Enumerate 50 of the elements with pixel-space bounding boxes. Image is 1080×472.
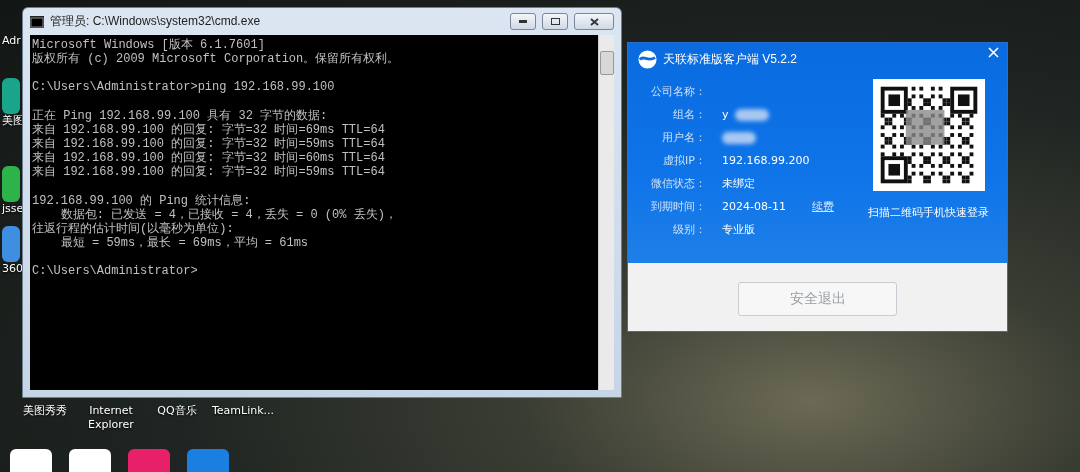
console-line: 往返行程的估计时间(以毫秒为单位): — [32, 222, 234, 237]
minimize-icon — [519, 20, 527, 23]
field-value: 专业版 — [722, 222, 755, 238]
console-line: 来自 192.168.99.100 的回复: 字节=32 时间=59ms TTL=64 — [32, 165, 386, 180]
desktop-icon-label: jsse — [2, 202, 24, 216]
field-value: 192.168.99.200 — [722, 153, 810, 169]
desktop-app-icon[interactable] — [2, 78, 20, 114]
field-label: 虚拟IP： — [662, 153, 706, 169]
console-line: 正在 Ping 192.168.99.100 具有 32 字节的数据: — [32, 108, 329, 123]
desktop-icon-label: 美图 — [2, 114, 24, 128]
scrollbar[interactable] — [598, 35, 614, 390]
field-label: 公司名称： — [650, 84, 706, 100]
field-label: 微信状态： — [650, 176, 706, 192]
maximize-icon — [550, 18, 560, 25]
field-value: y — [722, 107, 729, 123]
field-label: 到期时间： — [650, 199, 706, 215]
field-label: 级别： — [672, 222, 706, 238]
field-label: 组名： — [672, 107, 706, 123]
desktop-icon-label[interactable]: Internet Explorer — [80, 404, 142, 432]
close-icon — [589, 17, 599, 26]
field-value: 未绑定 — [722, 176, 755, 192]
desktop-app-icon[interactable] — [2, 166, 20, 202]
console-line: 版权所有 (c) 2009 Microsoft Corporation。保留所有权利。 — [32, 52, 401, 67]
desktop-app-icon[interactable] — [2, 226, 20, 262]
console-line: 来自 192.168.99.100 的回复: 字节=32 时间=60ms TTL=64 — [32, 151, 386, 166]
qr-caption: 扫描二维码手机快速登录 — [868, 205, 989, 220]
console-line: 192.168.99.100 的 Ping 统计信息: — [32, 193, 252, 208]
console-line: 数据包: 已发送 = 4，已接收 = 4，丢失 = 0 (0% 丢失)， — [59, 207, 398, 222]
desktop-icon-label[interactable]: QQ音乐 — [157, 404, 197, 432]
console-line: Microsoft Windows [版本 6.1.7601] — [32, 38, 266, 52]
console-line: 最短 = 59ms，最长 = 69ms，平均 = 61ms — [59, 236, 310, 251]
window-title: 天联标准版客户端 V5.2.2 — [663, 50, 798, 68]
desktop-icon-label: Adr — [2, 34, 21, 48]
close-button[interactable] — [574, 13, 614, 30]
field-value: 2024-08-11 — [722, 199, 786, 215]
minimize-button[interactable] — [510, 13, 536, 30]
desktop-icon-label: 360 — [2, 262, 23, 276]
console-line: 来自 192.168.99.100 的回复: 字节=32 时间=59ms TTL=64 — [32, 137, 386, 151]
logo-icon — [638, 49, 657, 69]
blurred-value — [722, 131, 756, 144]
console-line: C:\Users\Administrator> — [32, 264, 199, 279]
window-title: 管理员: C:\Windows\system32\cmd.exe — [50, 13, 262, 30]
blurred-value — [734, 108, 769, 121]
console-line: 来自 192.168.99.100 的回复: 字节=32 时间=69ms TTL=64 — [32, 122, 386, 137]
desktop-icon-label[interactable]: TeamLink... — [211, 404, 275, 432]
maximize-button[interactable] — [542, 13, 568, 30]
console-line: C:\Users\Administrator>ping 192.168.99.100 — [32, 80, 336, 95]
console-app-icon — [30, 15, 44, 28]
desktop-icon-label[interactable]: 美图秀秀 — [23, 404, 67, 432]
field-label: 用户名： — [661, 130, 706, 146]
